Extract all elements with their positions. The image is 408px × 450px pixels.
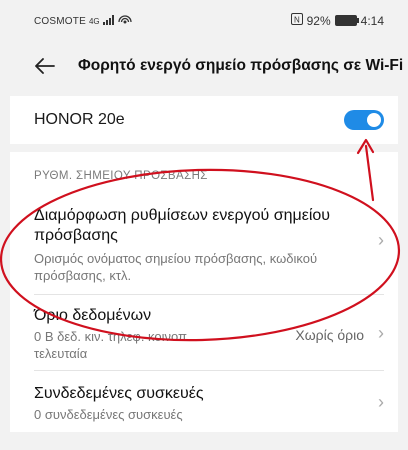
battery-icon xyxy=(334,15,359,26)
section-header: ΡΥΘΜ. ΣΗΜΕΙΟΥ ΠΡΟΣΒΑΣΗΣ xyxy=(34,170,208,182)
hotspot-row: HONOR 20e xyxy=(10,96,398,144)
toggle-knob xyxy=(367,113,381,127)
network-type: 4G xyxy=(88,17,100,26)
status-left: COSMOTE 4G xyxy=(34,14,132,29)
svg-text:N: N xyxy=(294,16,300,25)
connected-devices-item[interactable]: Συνδεδεμένες συσκευές 0 συνδεδεμένες συσ… xyxy=(10,376,398,430)
page-title: Φορητό ενεργό σημείο πρόσβασης σε Wi-Fi xyxy=(78,57,404,74)
chevron-right-icon: › xyxy=(378,392,384,412)
hotspot-status-icon xyxy=(117,14,132,29)
clock: 4:14 xyxy=(360,13,384,28)
connected-devices-title: Συνδεδεμένες συσκευές xyxy=(34,385,204,402)
configure-hotspot-subtitle: Ορισμός ονόματος σημείου πρόσβασης, κωδι… xyxy=(34,251,318,283)
configure-hotspot-title: Διαμόρφωση ρυθμίσεων ενεργού σημείου πρό… xyxy=(34,207,331,244)
hotspot-name: HONOR 20e xyxy=(34,111,125,128)
connected-devices-subtitle: 0 συνδεδεμένες συσκευές xyxy=(34,407,183,422)
status-right: N 92% 4:14 xyxy=(290,13,384,28)
battery-percent: 92% xyxy=(306,13,331,28)
signal-icon xyxy=(102,15,115,28)
hotspot-toggle[interactable] xyxy=(344,110,384,130)
back-arrow-icon xyxy=(35,58,55,74)
data-limit-subtitle: 0 B δεδ. κιν. τηλεφ. κοινοπ. τελευταία xyxy=(34,329,191,361)
back-button[interactable] xyxy=(32,58,58,74)
chevron-right-icon: › xyxy=(378,230,384,250)
data-limit-item[interactable]: Όριο δεδομένων 0 B δεδ. κιν. τηλεφ. κοιν… xyxy=(10,300,398,366)
divider xyxy=(34,294,384,295)
data-limit-title: Όριο δεδομένων xyxy=(34,307,152,324)
chevron-right-icon: › xyxy=(378,323,384,343)
data-limit-value: Χωρίς όριο xyxy=(295,327,364,343)
nfc-icon: N xyxy=(290,13,303,28)
hotspot-toggle-card: HONOR 20e xyxy=(10,96,398,144)
status-bar: COSMOTE 4G N 92% 4:14 xyxy=(0,0,408,40)
carrier-name: COSMOTE xyxy=(34,16,86,27)
configure-hotspot-item[interactable]: Διαμόρφωση ρυθμίσεων ενεργού σημείου πρό… xyxy=(10,200,398,292)
settings-card: ΡΥΘΜ. ΣΗΜΕΙΟΥ ΠΡΟΣΒΑΣΗΣ Διαμόρφωση ρυθμί… xyxy=(10,152,398,432)
app-header: Φορητό ενεργό σημείο πρόσβασης σε Wi-Fi xyxy=(0,40,408,92)
divider xyxy=(34,370,384,371)
